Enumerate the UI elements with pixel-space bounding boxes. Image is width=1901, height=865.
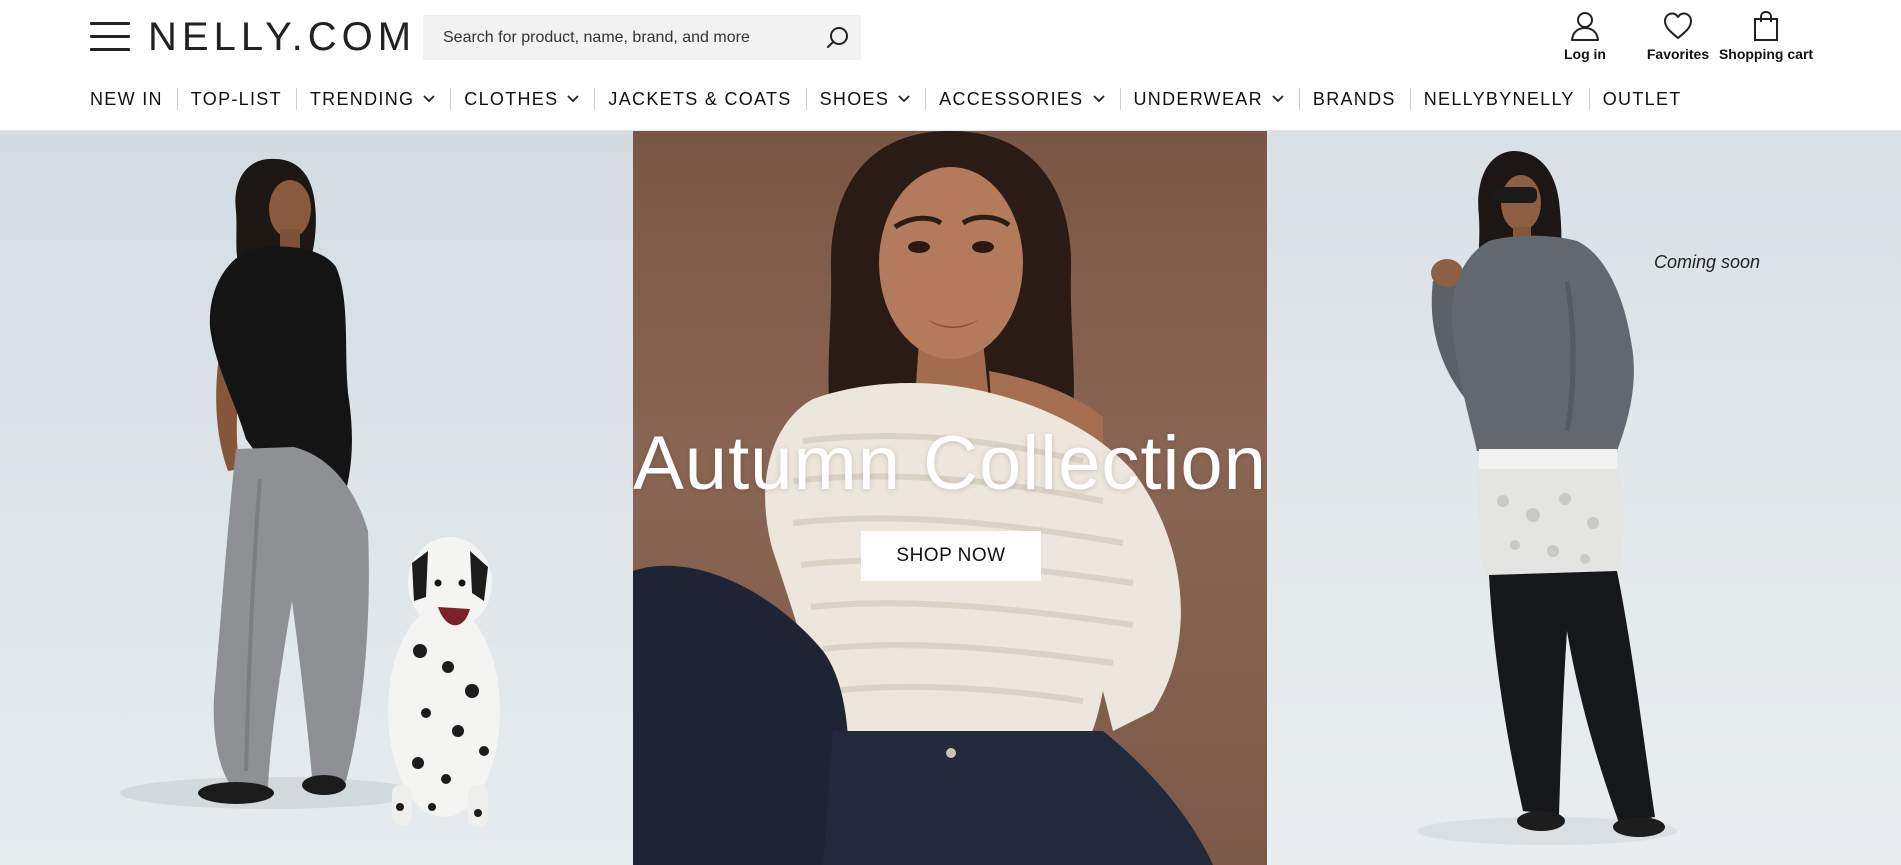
model-grey-sweater-illustration <box>1417 151 1677 845</box>
nav-item-label: JACKETS & COATS <box>608 88 792 109</box>
nav-item-label: BRANDS <box>1312 88 1396 109</box>
favorites-button[interactable]: Favorites <box>1638 10 1718 62</box>
nav-item-new-in[interactable]: NEW IN <box>76 84 177 114</box>
nav-item-label: ACCESSORIES <box>939 88 1084 109</box>
shopping-bag-icon <box>1754 10 1778 41</box>
nav-item-clothes[interactable]: CLOTHES <box>450 84 594 114</box>
chevron-down-icon <box>1092 95 1105 103</box>
nav-item-trending[interactable]: TRENDING <box>295 84 450 114</box>
chevron-down-icon <box>567 95 580 103</box>
search-bar <box>423 15 861 60</box>
nav-item-label: OUTLET <box>1602 88 1682 109</box>
hamburger-menu-icon[interactable] <box>90 20 130 54</box>
search-input[interactable] <box>443 15 813 60</box>
model-with-dog-illustration <box>120 158 500 827</box>
nav-item-jackets-coats[interactable]: JACKETS & COATS <box>594 84 805 114</box>
chevron-down-icon <box>898 95 910 103</box>
site-logo[interactable]: NELLY.COM <box>148 13 416 61</box>
nav-item-label: CLOTHES <box>464 88 559 109</box>
coming-soon-caption: Coming soon <box>1654 252 1761 272</box>
nav-item-outlet[interactable]: OUTLET <box>1588 84 1696 114</box>
nav-item-label: NEW IN <box>90 88 163 109</box>
hero-image-right[interactable] <box>1267 131 1901 865</box>
favorites-label: Favorites <box>1646 46 1710 62</box>
user-icon <box>1571 12 1599 41</box>
site-header: NELLY.COM Log in Favorites Shopping cart… <box>0 0 1901 131</box>
login-label: Log in <box>1564 46 1606 62</box>
nav-item-shoes[interactable]: SHOES <box>805 84 926 114</box>
nav-item-label: TOP-LIST <box>190 88 282 109</box>
shop-now-button[interactable]: SHOP NOW <box>861 531 1041 581</box>
nav-item-label: TRENDING <box>309 88 415 109</box>
nav-item-label: NELLYBYNELLY <box>1423 88 1575 109</box>
heart-icon <box>1664 12 1692 39</box>
shopping-cart-button[interactable]: Shopping cart <box>1716 10 1816 62</box>
nav-item-label: UNDERWEAR <box>1133 88 1263 109</box>
nav-item-accessories[interactable]: ACCESSORIES <box>925 84 1119 114</box>
hero-image-left[interactable] <box>0 131 633 865</box>
chevron-down-icon <box>423 95 435 103</box>
nav-item-label: SHOES <box>819 88 890 109</box>
nav-item-brands[interactable]: BRANDS <box>1298 84 1410 114</box>
login-button[interactable]: Log in <box>1552 10 1618 62</box>
nav-item-underwear[interactable]: UNDERWEAR <box>1119 84 1299 114</box>
nav-item-nellybynelly[interactable]: NELLYBYNELLY <box>1409 84 1589 114</box>
search-icon[interactable] <box>825 25 851 51</box>
main-navigation: NEW IN TOP-LIST TRENDING CLOTHES JACKETS… <box>76 84 1696 114</box>
chevron-down-icon <box>1272 95 1284 103</box>
hero-banner: Autumn Collection SHOP NOW Coming soon <box>0 131 1901 865</box>
nav-item-top-list[interactable]: TOP-LIST <box>176 84 296 114</box>
hero-title: Autumn Collection <box>633 421 1267 506</box>
shopping-cart-label: Shopping cart <box>1718 46 1814 62</box>
